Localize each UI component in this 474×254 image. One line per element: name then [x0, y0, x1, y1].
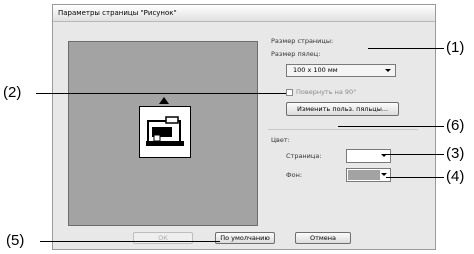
callout-leader-6 [338, 126, 444, 127]
callout-2: (2) [3, 84, 22, 101]
callout-leader-5 [40, 241, 220, 242]
callout-3: (3) [446, 145, 465, 162]
ok-button[interactable]: ОК [133, 232, 193, 244]
page-color-swatch [348, 151, 380, 161]
chevron-down-icon [385, 69, 391, 72]
color-group-label: Цвет: [271, 136, 290, 144]
hoop-size-select[interactable]: 100 x 100 мм [286, 64, 396, 77]
page-color-select[interactable] [346, 149, 391, 163]
callout-1: (1) [446, 39, 465, 56]
page-setup-dialog: Параметры страницы "Рисунок" Размер стра… [52, 4, 436, 250]
callout-leader-1 [368, 48, 444, 49]
rotate-90-checkbox[interactable] [286, 89, 293, 96]
callout-leader-3 [386, 154, 444, 155]
change-custom-hoops-button[interactable]: Изменить польз. пяльцы... [286, 102, 399, 116]
group-separator [268, 129, 418, 130]
background-color-select[interactable] [346, 168, 391, 182]
callout-4: (4) [446, 168, 465, 185]
default-button[interactable]: По умолчанию [215, 232, 275, 244]
callout-6: (6) [446, 117, 465, 134]
hoop-preview [139, 106, 191, 158]
hoop-size-label: Размер пялец: [271, 50, 321, 58]
page-color-label: Страница: [286, 152, 322, 160]
sewing-machine-icon [146, 116, 184, 146]
background-color-label: Фон: [286, 171, 303, 179]
page-size-group-label: Размер страницы: [271, 37, 334, 45]
hoop-size-value: 100 x 100 мм [293, 66, 338, 74]
page-preview [68, 41, 258, 226]
callout-5: (5) [6, 232, 25, 249]
cancel-button[interactable]: Отмена [295, 232, 351, 244]
dialog-title: Параметры страницы "Рисунок" [53, 5, 435, 22]
chevron-down-icon [381, 173, 387, 176]
rotate-90-label: Повернуть на 90° [296, 88, 357, 96]
hoop-orientation-marker-icon [159, 97, 169, 104]
callout-leader-4 [386, 177, 444, 178]
background-color-swatch [348, 170, 380, 180]
callout-leader-2 [36, 93, 286, 94]
